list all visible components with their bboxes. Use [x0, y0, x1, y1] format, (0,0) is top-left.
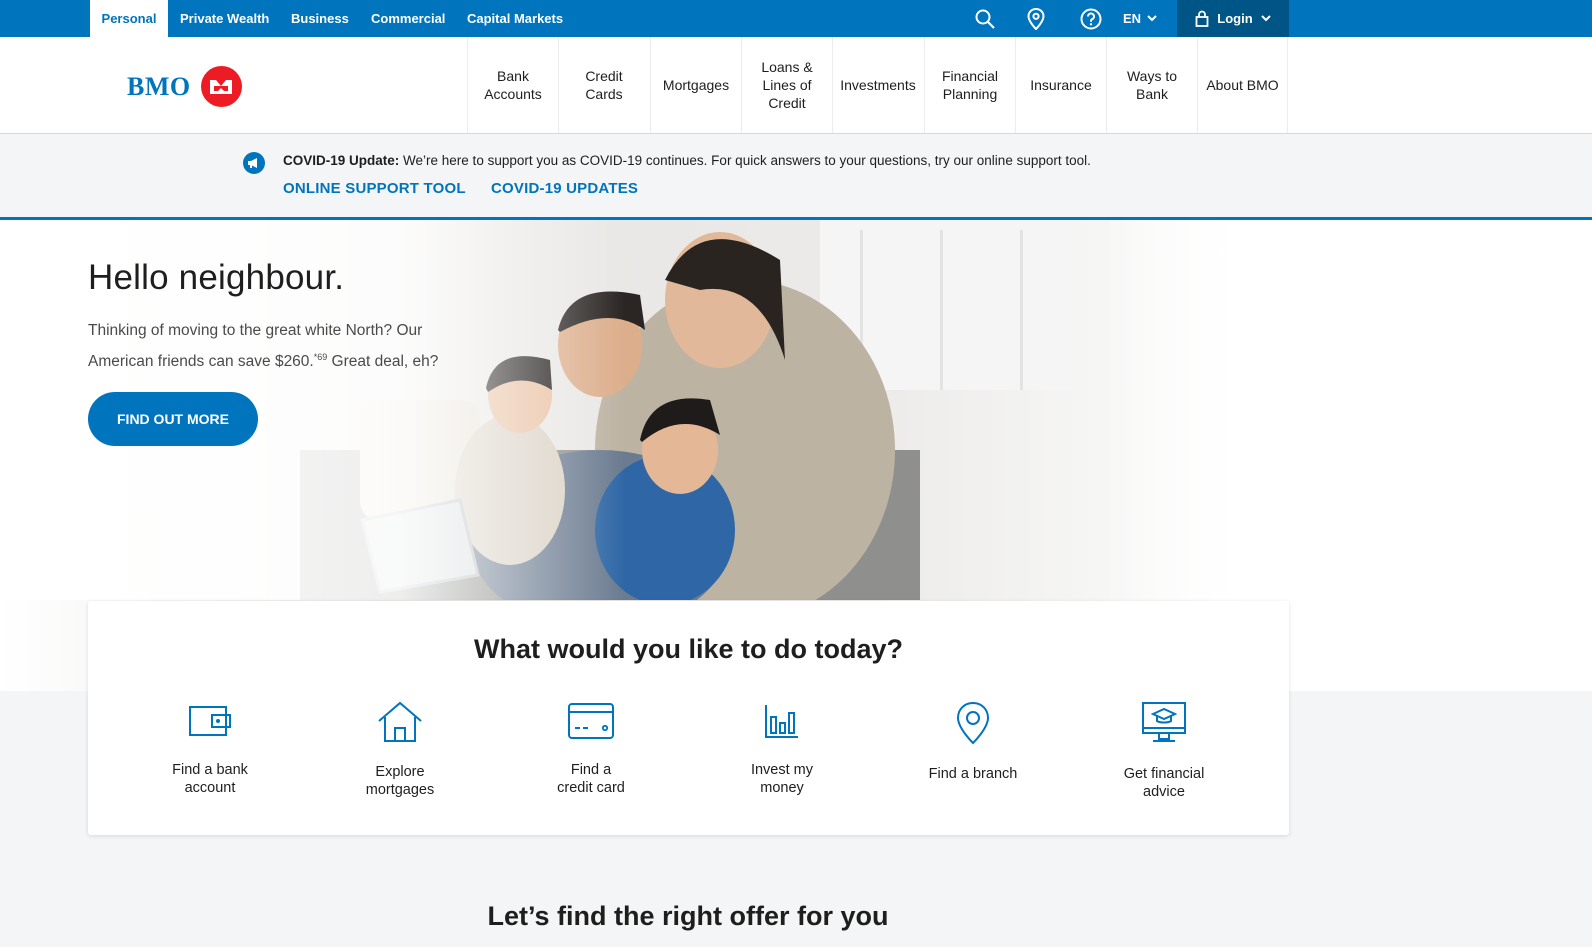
action-label: Find a branch	[928, 766, 1018, 782]
quick-actions-card: What would you like to do today? Find a …	[88, 601, 1289, 835]
wallet-icon	[189, 706, 231, 736]
action-get-financial-advice[interactable]: Get financial advice	[1094, 701, 1234, 801]
language-selector[interactable]: EN	[1118, 0, 1162, 37]
nav-about-bmo[interactable]: About BMO	[1197, 37, 1288, 133]
action-invest-my-money[interactable]: Invest my money	[712, 701, 852, 797]
bmo-logo[interactable]: BMO	[127, 66, 242, 107]
logo-wordmark: BMO	[127, 71, 191, 101]
quick-actions-title: What would you like to do today?	[474, 634, 903, 664]
action-label: Find a bank account	[172, 762, 248, 796]
language-label: EN	[1122, 11, 1142, 26]
login-label: Login	[1217, 11, 1253, 26]
top-utility-bar: Personal Private Wealth Business Commerc…	[0, 0, 1592, 37]
segment-capital-markets[interactable]: Capital Markets	[467, 0, 563, 37]
chevron-down-icon	[1147, 15, 1157, 22]
nav-mortgages[interactable]: Mortgages	[650, 37, 741, 133]
hero-line-1: Thinking of moving to the great white No…	[88, 322, 423, 339]
megaphone-icon	[243, 152, 265, 174]
location-pin-icon	[1027, 7, 1045, 30]
nav-credit-cards[interactable]: Credit Cards	[558, 37, 649, 133]
locator-button[interactable]	[1021, 0, 1051, 37]
search-icon	[975, 9, 995, 29]
banner-label: COVID-19 Update:	[283, 153, 400, 168]
hero-subtitle: Thinking of moving to the great white No…	[88, 318, 458, 375]
help-icon	[1080, 8, 1102, 29]
hero-line-2: American friends can save $260.	[88, 353, 314, 371]
action-find-credit-card[interactable]: Find a credit card	[521, 701, 661, 797]
action-label: Get financial advice	[1123, 766, 1205, 800]
nav-insurance[interactable]: Insurance	[1015, 37, 1106, 133]
action-find-branch[interactable]: Find a branch	[903, 701, 1043, 783]
online-support-tool-link[interactable]: ONLINE SUPPORT TOOL	[283, 180, 466, 197]
nav-financial-planning[interactable]: Financial Planning	[924, 37, 1015, 133]
segment-personal[interactable]: Personal	[90, 0, 168, 37]
segment-business[interactable]: Business	[291, 0, 349, 37]
action-find-bank-account[interactable]: Find a bank account	[140, 701, 280, 797]
hero-title: Hello neighbour.	[88, 258, 345, 297]
covid-updates-link[interactable]: COVID-19 UPDATES	[491, 180, 638, 197]
house-icon	[378, 701, 422, 742]
credit-card-icon	[568, 703, 614, 739]
action-explore-mortgages[interactable]: Explore mortgages	[330, 701, 470, 799]
login-button[interactable]: Login	[1177, 0, 1289, 37]
action-label: Invest my money	[750, 762, 814, 796]
segment-commercial[interactable]: Commercial	[371, 0, 445, 37]
nav-loans-lines-of-credit[interactable]: Loans & Lines of Credit	[741, 37, 832, 133]
banner-body: We’re here to support you as COVID-19 co…	[399, 153, 1091, 168]
search-button[interactable]	[970, 0, 1000, 37]
covid-banner: COVID-19 Update: We’re here to support y…	[0, 134, 1592, 220]
main-navigation: BMO Bank Accounts Credit Cards Mortgages…	[0, 37, 1592, 134]
hero-line-2-end: Great deal, eh?	[327, 353, 439, 371]
help-button[interactable]	[1076, 0, 1106, 37]
banner-message: COVID-19 Update: We’re here to support y…	[283, 153, 1091, 168]
bar-chart-icon	[765, 705, 798, 738]
nav-investments[interactable]: Investments	[832, 37, 923, 133]
nav-bank-accounts[interactable]: Bank Accounts	[467, 37, 558, 133]
hero-footnote[interactable]: *69	[314, 352, 328, 362]
find-out-more-button[interactable]: FIND OUT MORE	[88, 392, 258, 446]
action-label: Explore mortgages	[365, 764, 435, 798]
monitor-graduation-cap-icon	[1142, 702, 1186, 742]
location-pin-icon	[956, 701, 990, 745]
bmo-roundel-icon	[200, 66, 242, 107]
chevron-down-icon	[1260, 15, 1271, 22]
nav-ways-to-bank[interactable]: Ways to Bank	[1106, 37, 1197, 133]
action-label: Find a credit card	[557, 762, 625, 796]
segment-private-wealth[interactable]: Private Wealth	[180, 0, 269, 37]
offers-section-title: Let’s find the right offer for you	[487, 901, 889, 931]
lock-icon	[1195, 10, 1209, 27]
